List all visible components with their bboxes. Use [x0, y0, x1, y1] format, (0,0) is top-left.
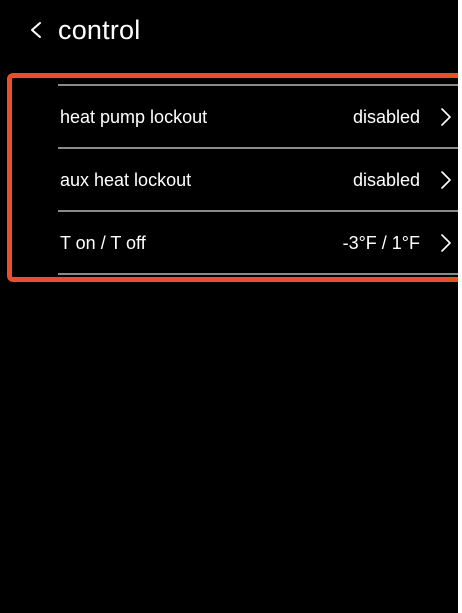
control-screen: control heat pump lockout disabled aux h… [0, 0, 458, 613]
chevron-left-icon [24, 12, 48, 48]
page-title: control [58, 15, 141, 45]
header-bar: control [0, 0, 458, 60]
back-button[interactable] [24, 12, 48, 48]
highlight-frame [7, 73, 458, 282]
